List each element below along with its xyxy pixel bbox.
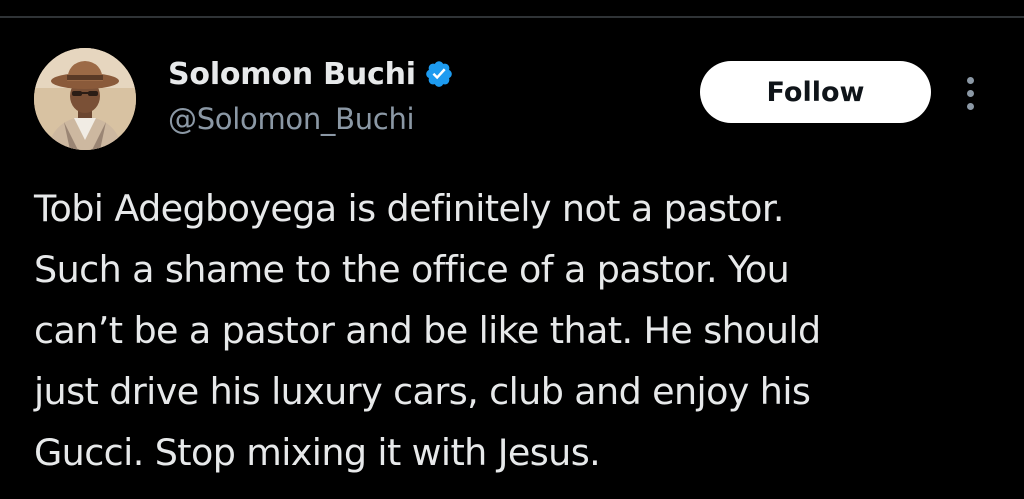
more-vertical-icon-dot [966, 102, 974, 110]
tweet-text-line: can’t be a pastor and be like that. He s… [34, 309, 821, 352]
tweet-text: Tobi Adegboyega is definitely not a past… [34, 178, 1009, 483]
avatar-photo [34, 48, 136, 150]
tweet-text-line: Gucci. Stop mixing it with Jesus. [34, 431, 601, 474]
more-vertical-icon [966, 76, 974, 84]
verified-badge-icon [424, 59, 454, 89]
author-name-row: Solomon Buchi [168, 52, 454, 96]
tweet-text-line: just drive his luxury cars, club and enj… [34, 370, 811, 413]
author-handle[interactable]: @Solomon_Buchi [168, 102, 415, 136]
more-vertical-icon-dot [966, 89, 974, 97]
author-avatar[interactable] [34, 48, 136, 150]
more-options-button[interactable] [952, 68, 988, 118]
top-divider [0, 16, 1024, 18]
author-display-name[interactable]: Solomon Buchi [168, 57, 416, 92]
tweet-text-line: Tobi Adegboyega is definitely not a past… [34, 187, 785, 230]
follow-button[interactable]: Follow [700, 61, 931, 123]
tweet-text-line: Such a shame to the office of a pastor. … [34, 248, 790, 291]
